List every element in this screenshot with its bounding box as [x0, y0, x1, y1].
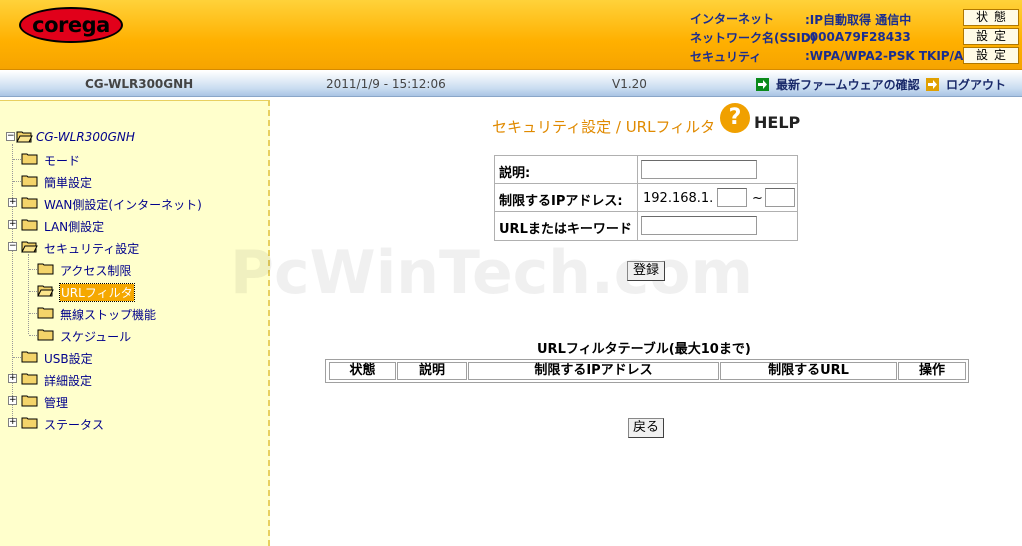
datetime: 2011/1/9 - 15:12:06: [326, 77, 446, 91]
logout-label: ログアウト: [946, 78, 1007, 92]
folder-icon: [21, 175, 38, 187]
corega-logo: corega: [19, 7, 123, 43]
info-bar: CG-WLR300GNH 2011/1/9 - 15:12:06 V1.20 最…: [0, 71, 1022, 97]
folder-icon: [21, 395, 38, 407]
sidebar-item-label: 無線ストップ機能: [60, 308, 157, 322]
column-header-status: 状態: [329, 362, 396, 380]
form-row-ip: 制限するIPアドレス: 192.168.1. ~: [495, 184, 797, 212]
back-button[interactable]: 戻る: [628, 418, 664, 438]
folder-icon: [21, 417, 38, 429]
sidebar-tree: − CG-WLR300GNH モード 簡単設定 + WAN側設定(インターネット…: [0, 100, 270, 546]
arrow-right-icon: [926, 78, 939, 91]
expand-icon[interactable]: +: [8, 220, 17, 229]
url-keyword-input[interactable]: [641, 216, 757, 235]
sidebar-item-label: モード: [44, 154, 81, 168]
url-label: URLまたはキーワード: [495, 212, 638, 240]
folder-icon: [21, 219, 38, 231]
arrow-right-icon: [756, 78, 769, 91]
security-settings-button[interactable]: 設定: [963, 47, 1019, 64]
expand-icon[interactable]: +: [8, 374, 17, 383]
folder-icon: [21, 197, 38, 209]
register-button[interactable]: 登録: [627, 261, 665, 281]
tree-root-label: CG-WLR300GNH: [36, 130, 135, 144]
folder-icon: [21, 373, 38, 385]
ip-from-input[interactable]: [717, 188, 747, 207]
sidebar-item-label: セキュリティ設定: [44, 242, 140, 256]
description-label: 説明:: [495, 156, 638, 183]
expand-icon[interactable]: +: [8, 198, 17, 207]
model-name: CG-WLR300GNH: [85, 77, 194, 91]
tree-connector: [28, 254, 29, 334]
description-input[interactable]: [641, 160, 757, 179]
sidebar-item-label: WAN側設定(インターネット): [44, 198, 202, 212]
watermark: PcWinTech.com: [230, 238, 754, 308]
internet-status-button[interactable]: 状態: [963, 9, 1019, 26]
ip-prefix: 192.168.1.: [643, 191, 714, 206]
form-row-description: 説明:: [495, 156, 797, 184]
help-link[interactable]: HELP: [754, 113, 800, 132]
column-header-url: 制限するURL: [720, 362, 897, 380]
expand-icon[interactable]: +: [8, 418, 17, 427]
column-header-ip: 制限するIPアドレス: [468, 362, 719, 380]
ip-to-input[interactable]: [765, 188, 795, 207]
collapse-icon[interactable]: −: [6, 132, 15, 141]
ssid-value: :000A79F28433: [805, 30, 911, 44]
sidebar-item-label: スケジュール: [60, 330, 132, 344]
expand-icon[interactable]: +: [8, 396, 17, 405]
folder-icon: [37, 329, 54, 341]
open-folder-icon: [37, 285, 54, 297]
security-value: :WPA/WPA2-PSK TKIP/AES: [805, 49, 981, 63]
logout-link[interactable]: ログアウト: [926, 76, 1006, 93]
ssid-label: ネットワーク名(SSID): [690, 31, 817, 45]
open-folder-icon: [21, 241, 38, 253]
internet-label: インターネット: [690, 12, 775, 26]
firmware-check-link[interactable]: 最新ファームウェアの確認: [756, 76, 920, 93]
sidebar-item-label: USB設定: [44, 352, 93, 366]
folder-icon: [37, 307, 54, 319]
folder-icon: [21, 153, 38, 165]
form-row-url: URLまたはキーワード: [495, 212, 797, 240]
sidebar-item-label: 管理: [44, 396, 69, 410]
url-filter-table-title: URLフィルタテーブル(最大10まで): [537, 342, 751, 357]
security-label: セキュリティ: [690, 50, 762, 64]
ip-label: 制限するIPアドレス:: [495, 184, 638, 211]
collapse-icon[interactable]: −: [8, 242, 17, 251]
logo-text: corega: [32, 13, 110, 37]
column-header-description: 説明: [397, 362, 467, 380]
ssid-settings-button[interactable]: 設定: [963, 28, 1019, 45]
sidebar-item-label: 詳細設定: [44, 374, 93, 388]
sidebar-item-label: 簡単設定: [44, 176, 93, 190]
internet-value: :IP自動取得 通信中: [805, 13, 912, 27]
help-icon[interactable]: ?: [720, 103, 750, 133]
sidebar-item-label: アクセス制限: [60, 264, 132, 278]
firmware-version: V1.20: [612, 77, 647, 91]
folder-icon: [37, 263, 54, 275]
header-bar: corega インターネット :IP自動取得 通信中 状態 ネットワーク名(SS…: [0, 0, 1022, 70]
folder-icon: [21, 351, 38, 363]
url-filter-form: 説明: 制限するIPアドレス: 192.168.1. ~ URLまたはキーワード: [494, 155, 798, 241]
ip-range-separator: ~: [752, 191, 763, 206]
page-title: セキュリティ設定 / URLフィルタ: [492, 118, 716, 136]
firmware-check-label: 最新ファームウェアの確認: [776, 78, 920, 92]
sidebar-item-label: ステータス: [44, 418, 105, 432]
sidebar-item-label: LAN側設定: [44, 220, 105, 234]
url-filter-table: 状態 説明 制限するIPアドレス 制限するURL 操作: [325, 359, 969, 383]
column-header-action: 操作: [898, 362, 966, 380]
open-folder-icon: [16, 131, 33, 143]
sidebar-item-label: URLフィルタ: [59, 283, 135, 302]
